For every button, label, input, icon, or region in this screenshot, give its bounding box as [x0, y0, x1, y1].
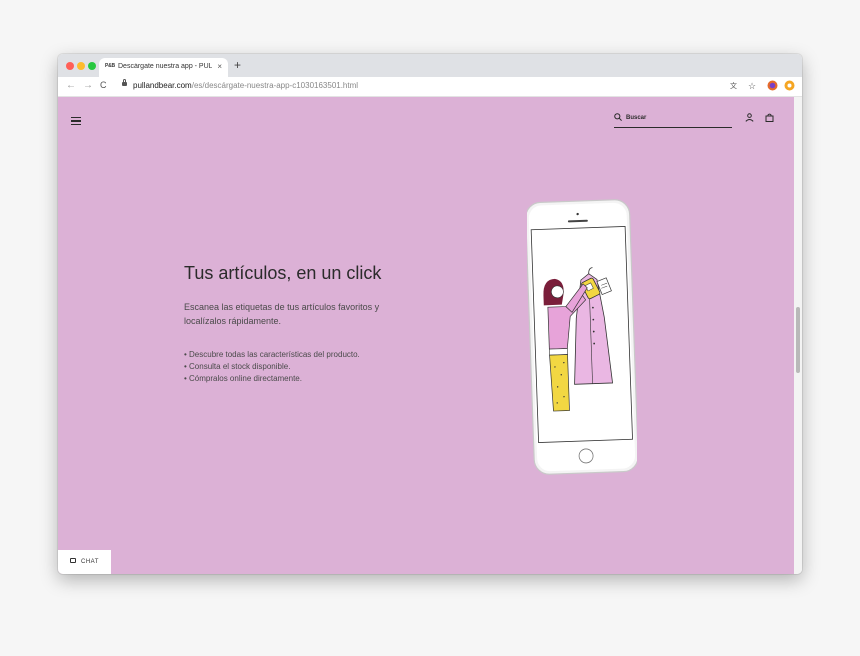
- url-path: /es/descárgate-nuestra-app-c1030163501.h…: [191, 81, 359, 90]
- close-window-button[interactable]: [66, 62, 74, 70]
- back-button[interactable]: ←: [66, 80, 76, 91]
- feature-item: Consulta el stock disponible.: [184, 361, 360, 373]
- search-placeholder: Buscar: [626, 115, 647, 121]
- translate-icon[interactable]: 文: [730, 81, 737, 91]
- hamburger-icon[interactable]: [71, 117, 81, 127]
- tab-strip: P&B Descárgate nuestra app - PULL × +: [58, 54, 802, 77]
- feature-item: Cómpralos online directamente.: [184, 373, 360, 385]
- user-icon[interactable]: [745, 113, 754, 122]
- chat-label: CHAT: [81, 559, 99, 565]
- hero-description: Escanea las etiquetas de tus artículos f…: [184, 302, 380, 326]
- feature-list: Descubre todas las características del p…: [184, 349, 360, 385]
- browser-window: P&B Descárgate nuestra app - PULL × + ← …: [58, 54, 802, 574]
- tab-favicon: P&B: [105, 63, 115, 69]
- scrollbar[interactable]: [794, 97, 802, 574]
- feature-item: Descubre todas las características del p…: [184, 349, 360, 361]
- firefox-icon[interactable]: [767, 80, 778, 93]
- address-bar[interactable]: pullandbear.com/es/descárgate-nuestra-ap…: [133, 81, 358, 90]
- forward-button[interactable]: →: [83, 80, 93, 91]
- maximize-window-button[interactable]: [88, 62, 96, 70]
- new-tab-button[interactable]: +: [234, 58, 241, 72]
- browser-tab[interactable]: P&B Descárgate nuestra app - PULL ×: [99, 58, 228, 77]
- star-icon[interactable]: ☆: [748, 81, 756, 92]
- search-icon: [614, 113, 622, 121]
- extension-icon[interactable]: [784, 80, 795, 93]
- shopping-bag-icon[interactable]: [765, 113, 774, 122]
- minimize-window-button[interactable]: [77, 62, 85, 70]
- page-content: Buscar Tus artículos, en un click Escane…: [58, 97, 794, 574]
- hero-heading: Tus artículos, en un click: [184, 263, 382, 283]
- lock-icon: [122, 79, 127, 86]
- scrollbar-thumb[interactable]: [796, 307, 800, 373]
- reload-button[interactable]: C: [100, 80, 107, 90]
- browser-toolbar: ← → C pullandbear.com/es/descárgate-nues…: [58, 77, 802, 97]
- tab-title: Descárgate nuestra app - PULL: [118, 63, 212, 70]
- chat-button[interactable]: CHAT: [58, 550, 111, 574]
- phone-illustration: [527, 199, 637, 475]
- chat-icon: [70, 558, 76, 563]
- tab-close-icon[interactable]: ×: [217, 62, 222, 71]
- search-bar[interactable]: Buscar: [614, 112, 732, 128]
- url-domain: pullandbear.com: [133, 81, 192, 90]
